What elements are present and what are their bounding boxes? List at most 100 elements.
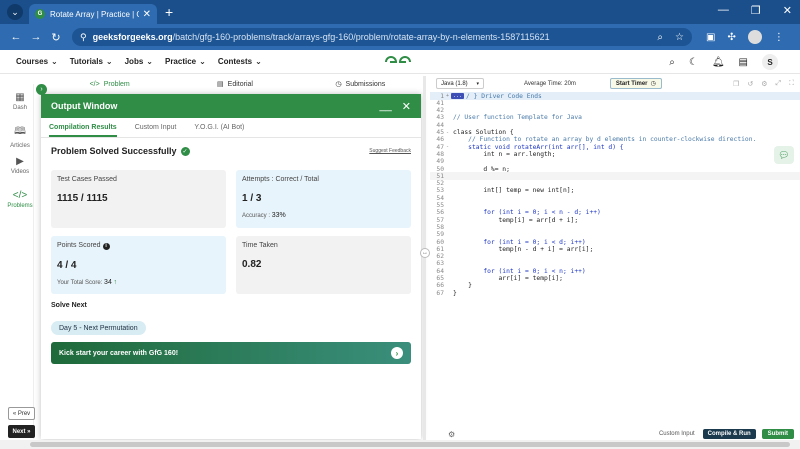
- dark-mode-icon[interactable]: ☾: [689, 57, 698, 68]
- language-select[interactable]: Java (1.8) ▾: [436, 78, 484, 89]
- points-card: Points Scored i 4 / 4 Your Total Score: 3…: [51, 236, 226, 294]
- notification-bell-icon[interactable]: 🔔︎: [712, 57, 725, 68]
- test-cases-label: Test Cases Passed: [57, 176, 117, 183]
- points-label: Points Scored i: [57, 242, 220, 250]
- search-icon[interactable]: ⌕: [669, 57, 675, 68]
- restore-button[interactable]: ❐: [751, 4, 761, 17]
- menu-practice[interactable]: Practice ⌄: [165, 57, 206, 66]
- chevron-down-icon: ⌄: [255, 57, 262, 66]
- attempts-card: Attempts : Correct / Total 1 / 3 Accurac…: [236, 170, 411, 228]
- code-icon: </>: [89, 80, 100, 88]
- tab-close-icon[interactable]: ✕: [143, 9, 151, 20]
- document-icon: ▤: [217, 81, 224, 88]
- attempts-value: 1 / 3: [242, 193, 262, 204]
- url-path: /batch/gfg-160-problems/track/arrays-gfg…: [172, 32, 550, 42]
- settings-icon[interactable]: ⚙: [761, 80, 767, 88]
- start-timer-button[interactable]: Start Timer ◷: [609, 78, 662, 89]
- suggest-feedback-link[interactable]: Suggest Feedback: [369, 148, 411, 154]
- minimize-button[interactable]: —: [718, 4, 729, 17]
- reload-icon[interactable]: ↻: [46, 31, 66, 44]
- video-icon: ▶: [16, 156, 24, 167]
- header-actions: ⌕ ☾ 🔔︎ ▤ S: [669, 54, 778, 70]
- tab-problem[interactable]: </> Problem: [47, 77, 172, 91]
- site-info-icon[interactable]: ⚲: [80, 32, 87, 43]
- tab-custom-input[interactable]: Custom Input: [135, 124, 177, 131]
- more-menu-icon[interactable]: ⋮: [774, 32, 784, 43]
- points-value: 4 / 4: [57, 259, 77, 271]
- close-window-button[interactable]: ✕: [783, 4, 792, 17]
- menu-jobs[interactable]: Jobs ⌄: [125, 57, 153, 66]
- custom-input-toggle[interactable]: Custom Input: [659, 431, 695, 437]
- menu-contests[interactable]: Contests ⌄: [218, 57, 262, 66]
- browser-tab[interactable]: G Rotate Array | Practice | GeeksforGeek…: [29, 4, 157, 24]
- panel-divider[interactable]: [423, 76, 426, 440]
- average-time: Average Time: 20m: [524, 80, 576, 87]
- status-row: Problem Solved Successfully ✓ Suggest Fe…: [41, 138, 421, 156]
- tab-editorial[interactable]: ▤ Editorial: [172, 77, 297, 91]
- prev-problem-button[interactable]: « Prev: [8, 407, 35, 420]
- editor-settings-icon[interactable]: ⚙: [448, 430, 455, 439]
- output-tabs: Compilation Results Custom Input Y.O.G.I…: [41, 118, 421, 138]
- fullscreen-icon[interactable]: ⤢: [775, 80, 781, 88]
- solve-next-heading: Solve Next: [51, 302, 87, 309]
- address-bar: ← → ↻ ⚲ geeksforgeeks.org /batch/gfg-160…: [0, 24, 800, 50]
- minimize-panel-icon[interactable]: __: [380, 100, 392, 113]
- collapsed-region-badge[interactable]: ...: [451, 93, 465, 99]
- tab-search-icon[interactable]: ⌄: [7, 4, 23, 20]
- chat-icon[interactable]: 💬︎: [774, 146, 794, 164]
- url-host: geeksforgeeks.org: [92, 32, 173, 42]
- forward-icon[interactable]: →: [26, 31, 46, 43]
- accuracy-row: Accuracy : 33%: [242, 212, 286, 219]
- translate-icon[interactable]: ▣: [706, 32, 715, 43]
- output-window: Output Window __ ✕ Compilation Results C…: [41, 94, 421, 439]
- copy-icon[interactable]: ❐: [733, 80, 739, 88]
- new-tab-button[interactable]: +: [165, 4, 173, 20]
- chevron-down-icon: ⌄: [199, 57, 206, 66]
- compile-run-button[interactable]: Compile & Run: [702, 429, 756, 439]
- zoom-icon[interactable]: ⌕: [657, 32, 663, 43]
- resize-handle-icon[interactable]: ↔: [420, 248, 430, 258]
- site-header: Courses ⌄ Tutorials ⌄ Jobs ⌄ Practice ⌄ Cont…: [0, 50, 800, 74]
- extensions-area: ▣ ✣ ⋮: [706, 30, 784, 44]
- expand-icon[interactable]: ⛶: [789, 80, 794, 88]
- menu-courses[interactable]: Courses ⌄: [16, 57, 58, 66]
- tab-compilation-results[interactable]: Compilation Results: [49, 119, 117, 137]
- clock-icon: ◷: [335, 81, 342, 88]
- code-editor[interactable]: 1 +... / } Driver Code Ends 41 42 43// User f…: [430, 92, 800, 427]
- chevron-right-icon[interactable]: ›: [391, 347, 403, 359]
- main-menu: Courses ⌄ Tutorials ⌄ Jobs ⌄ Practice ⌄ Cont…: [16, 57, 262, 66]
- close-panel-icon[interactable]: ✕: [402, 100, 411, 113]
- user-avatar[interactable]: S: [762, 54, 778, 70]
- total-score-row: Your Total Score: 34 ↑: [57, 278, 118, 286]
- chevron-down-icon: ▾: [476, 80, 479, 87]
- chevron-down-icon: ⌄: [105, 57, 113, 66]
- gfg-logo-icon: [385, 56, 411, 63]
- gfg160-banner[interactable]: Kick start your career with GfG 160! ›: [51, 342, 411, 364]
- code-line[interactable]: 67}: [430, 289, 800, 297]
- scrollbar-thumb[interactable]: [30, 442, 790, 447]
- tab-title: Rotate Array | Practice | GeeksforGeeks: [50, 9, 139, 19]
- reset-icon[interactable]: ↺: [747, 80, 753, 88]
- attempts-label: Attempts : Correct / Total: [242, 176, 319, 183]
- info-icon[interactable]: i: [102, 242, 110, 250]
- next-problem-button[interactable]: Next »: [8, 425, 35, 438]
- extensions-puzzle-icon[interactable]: ✣: [727, 32, 735, 43]
- rail-item-dash[interactable]: ▦ Dash: [6, 92, 34, 111]
- tab-submissions[interactable]: ◷ Submissions: [298, 77, 423, 91]
- url-input[interactable]: ⚲ geeksforgeeks.org /batch/gfg-160-probl…: [72, 28, 692, 46]
- profile-avatar[interactable]: [747, 30, 762, 44]
- cart-icon[interactable]: ▤: [739, 57, 748, 68]
- bookmark-star-icon[interactable]: ☆: [675, 32, 684, 43]
- next-problem-link[interactable]: Day 5 - Next Permutation: [51, 321, 146, 335]
- submit-button[interactable]: Submit: [761, 429, 794, 439]
- rail-item-articles[interactable]: 🕮︎ Articles: [6, 124, 34, 149]
- rail-expand-icon[interactable]: ›: [36, 84, 47, 95]
- banner-text: Kick start your career with GfG 160!: [59, 349, 179, 357]
- gfg-logo[interactable]: [384, 54, 412, 70]
- tab-yogi-ai-bot[interactable]: Y.O.G.I. (AI Bot): [194, 124, 244, 131]
- menu-tutorials[interactable]: Tutorials ⌄: [70, 57, 113, 66]
- back-icon[interactable]: ←: [6, 31, 26, 43]
- rail-item-problems[interactable]: </> Problems: [6, 190, 34, 209]
- test-cases-card: Test Cases Passed 1115 / 1115: [51, 170, 226, 228]
- rail-item-videos[interactable]: ▶ Videos: [6, 156, 34, 175]
